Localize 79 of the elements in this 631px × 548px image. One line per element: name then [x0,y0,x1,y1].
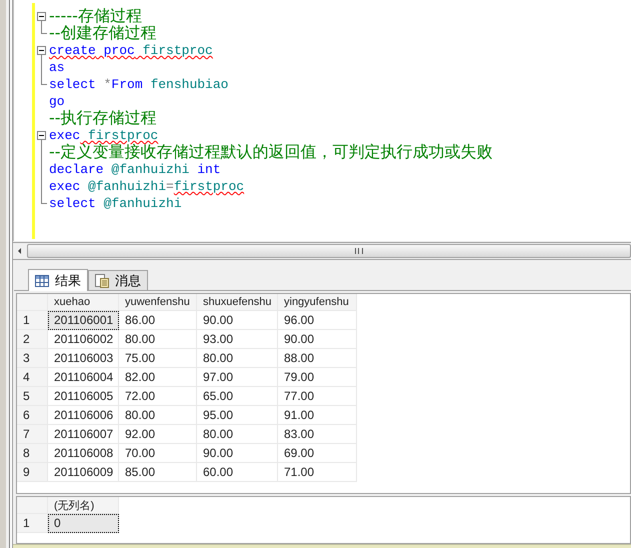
table-cell: 69.00 [278,444,356,463]
table-cell: 71.00 [278,462,356,482]
table-cell: 201106001 [48,310,118,330]
fold-end-line [41,25,47,34]
table-cell: 80.00 [196,424,278,444]
fold-end-line [41,195,47,204]
table-cell: 72.00 [118,386,196,406]
code-line: go [49,93,65,110]
table-cell: 88.00 [278,348,356,368]
table-cell: 201106002 [48,330,118,349]
code-line: select *From fenshubiao [49,76,228,93]
table-cell: 80.00 [118,330,196,349]
table-cell: 90.00 [196,444,278,463]
code-line: -----存储过程 [49,7,142,25]
table-cell: 83.00 [278,424,356,444]
table-cell: 90.00 [196,310,278,330]
code-line: exec firstproc [49,127,158,144]
table-cell: 85.00 [118,462,196,482]
code-line: exec @fanhuizhi=firstproc [49,178,244,195]
table-cell: 75.00 [118,348,196,368]
column-header[interactable]: yuwenfenshu [118,294,196,311]
table-cell: 201106008 [48,444,118,463]
column-header[interactable]: (无列名) [48,497,118,514]
collapse-icon[interactable] [37,12,46,25]
row-number[interactable]: 1 [17,514,48,533]
table-cell: 90.00 [278,330,356,349]
row-number[interactable]: 2 [17,330,48,349]
row-number[interactable]: 7 [17,424,48,444]
table-cell: 65.00 [196,386,278,406]
table-cell: 77.00 [278,386,356,406]
row-number[interactable]: 9 [17,462,48,482]
table-cell: 91.00 [278,406,356,425]
collapse-icon[interactable] [37,131,46,144]
table-cell: 93.00 [196,330,278,349]
code-editor[interactable]: -----存储过程 --创建存储过程 create proc firstproc as select *From fenshubiao go --执行存储过程 exec firstproc --定义变量接收存储过程默认的返回值，可判定执行成功或失败 declare @fanhuizhi int exec @fanhuizhi=firstproc select @fanhuizhi [13,0,631,242]
row-number[interactable]: 8 [17,444,48,463]
table-cell: 92.00 [118,424,196,444]
table-cell: 79.00 [278,368,356,387]
code-line: create proc firstproc [49,42,213,59]
row-number[interactable]: 1 [17,310,48,330]
column-header[interactable]: yingyufenshu [278,294,356,311]
table-cell: 0 [48,514,118,533]
column-header[interactable]: shuxuefenshu [196,294,278,311]
table-cell: 60.00 [196,462,278,482]
row-number[interactable]: 4 [17,368,48,387]
code-line: as [49,59,65,76]
table-cell: 201106009 [48,462,118,482]
row-number[interactable]: 5 [17,386,48,406]
table-cell: 201106007 [48,424,118,444]
results-tab[interactable]: 消息 [88,270,148,290]
code-line: select @fanhuizhi [49,195,182,212]
table-cell: 86.00 [118,310,196,330]
scroll-left-icon[interactable] [18,248,21,254]
row-number[interactable]: 6 [17,406,48,425]
code-line: --创建存储过程 [49,24,157,43]
code-line: --执行存储过程 [49,109,157,128]
results-tab[interactable]: 结果 [28,269,88,292]
fold-end-line [41,76,47,85]
table-cell: 201106006 [48,406,118,425]
table-cell: 80.00 [196,348,278,368]
scroll-thumb[interactable] [27,244,631,258]
horizontal-scrollbar[interactable] [13,242,631,260]
code-line: declare @fanhuizhi int [49,161,221,178]
grid-icon [35,274,49,288]
table-cell: 97.00 [196,368,278,387]
table-cell: 80.00 [118,406,196,425]
table-cell: 95.00 [196,406,278,425]
code-line: --定义变量接收存储过程默认的返回值，可判定执行成功或失败 [49,143,493,162]
table-cell: 70.00 [118,444,196,463]
table-cell: 201106005 [48,386,118,406]
fold-line [41,59,42,76]
row-number[interactable]: 3 [17,348,48,368]
table-cell: 82.00 [118,368,196,387]
table-cell: 96.00 [278,310,356,330]
column-header[interactable]: xuehao [48,294,118,311]
table-cell: 201106003 [48,348,118,368]
table-cell: 201106004 [48,368,118,387]
document-icon [95,274,109,288]
collapse-icon[interactable] [37,46,46,59]
